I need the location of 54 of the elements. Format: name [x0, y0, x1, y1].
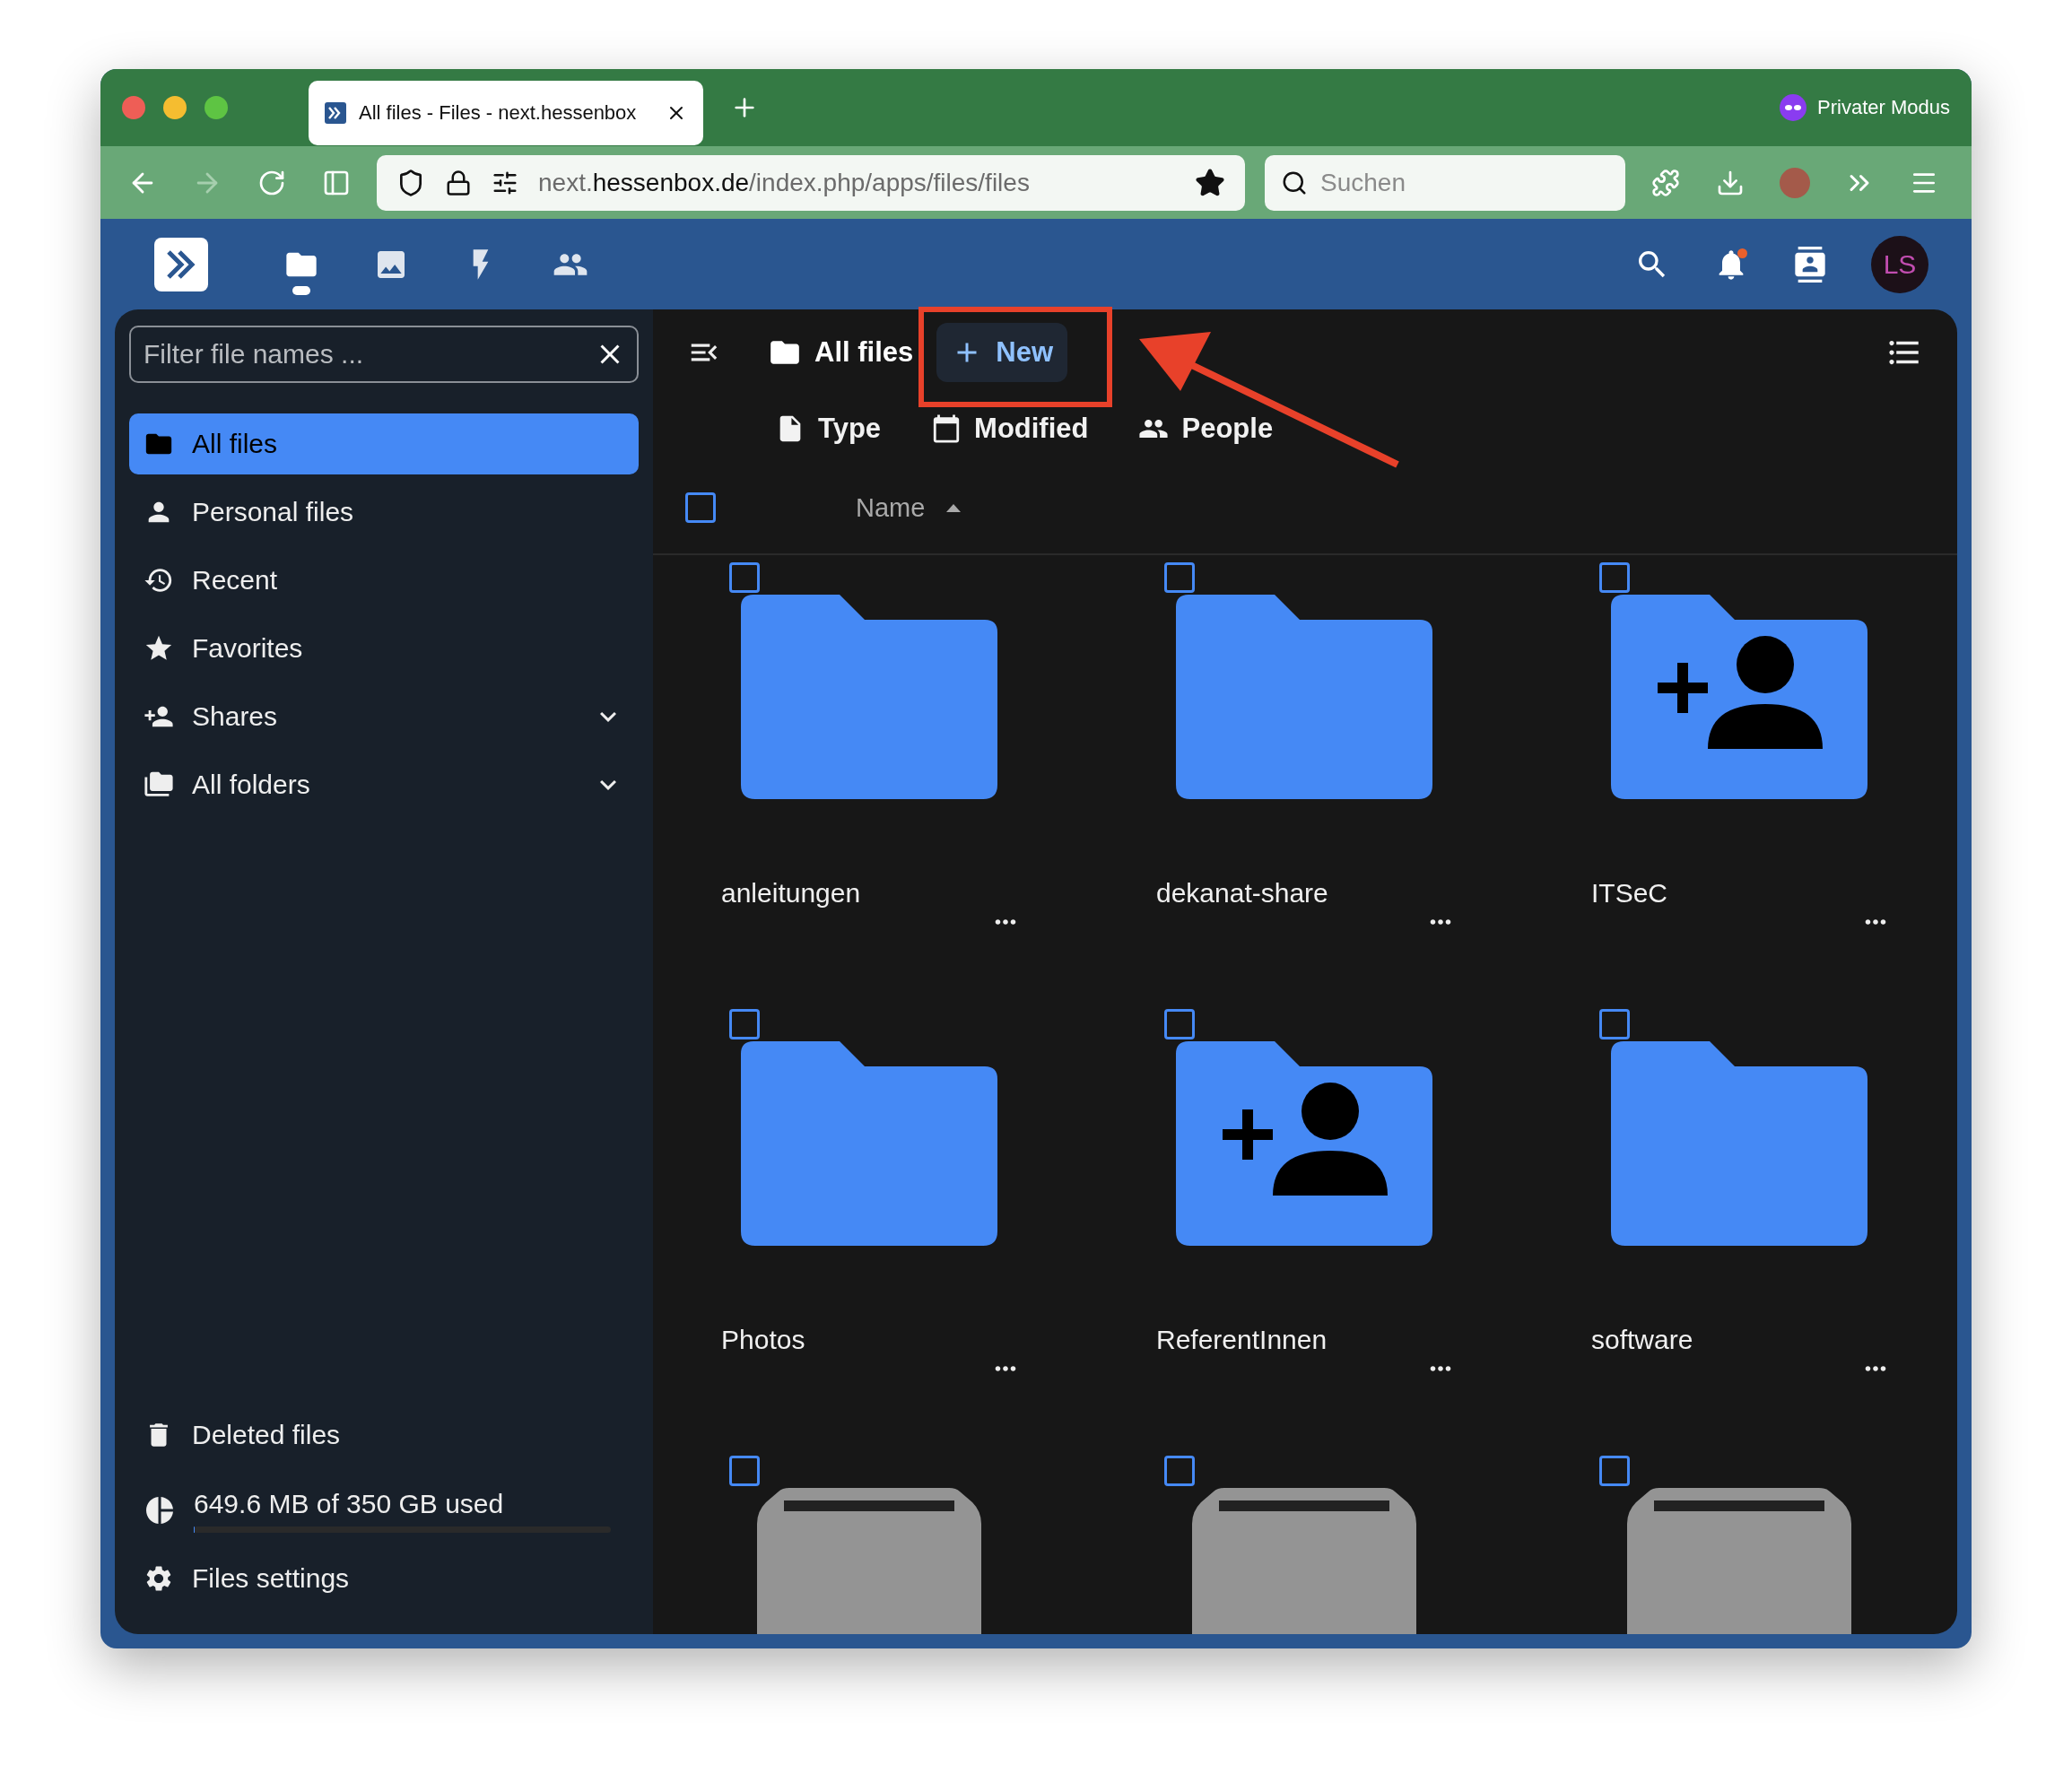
- checkbox[interactable]: [1599, 1456, 1630, 1486]
- folder-icon: [1611, 1041, 1867, 1246]
- checkbox[interactable]: [729, 1009, 760, 1039]
- sidebar-item[interactable]: Deleted files: [129, 1405, 639, 1466]
- minimize-window-button[interactable]: [163, 96, 187, 119]
- browser-tab[interactable]: All files - Files - next.hessenbox: [309, 81, 703, 145]
- checkbox[interactable]: [1164, 562, 1195, 593]
- pie-icon: [144, 1494, 176, 1526]
- folder-icon: [741, 1041, 997, 1246]
- checkbox[interactable]: [1164, 1456, 1195, 1486]
- checkbox[interactable]: [1599, 562, 1630, 593]
- star-icon[interactable]: [1195, 167, 1225, 198]
- new-button[interactable]: New: [936, 323, 1067, 382]
- sidebar-item[interactable]: Favorites: [129, 618, 639, 679]
- file-name[interactable]: dekanat-share: [1156, 878, 1591, 909]
- select-all-checkbox[interactable]: [685, 492, 716, 523]
- filter-chip[interactable]: Type: [770, 412, 887, 446]
- checkbox[interactable]: [729, 1456, 760, 1486]
- lock-icon: [445, 169, 472, 196]
- checkbox[interactable]: [1164, 1009, 1195, 1039]
- storage-label: 649.6 MB of 350 GB used: [194, 1488, 505, 1519]
- file-name[interactable]: ITSeC: [1591, 878, 1957, 909]
- sort-arrow-icon: [946, 503, 962, 512]
- folder-icon: [1176, 595, 1432, 799]
- site-icon: [325, 102, 346, 124]
- filter-chip[interactable]: People: [1133, 412, 1279, 446]
- logo-icon[interactable]: [154, 237, 208, 291]
- sidebar-item[interactable]: All files: [129, 413, 639, 474]
- mask-icon: [1780, 94, 1807, 121]
- filter-chip[interactable]: Modified: [926, 412, 1094, 446]
- contacts-icon[interactable]: [1792, 246, 1828, 283]
- sidebar-item[interactable]: Personal files: [129, 482, 639, 543]
- sidebar-item[interactable]: Files settings: [129, 1548, 639, 1609]
- address-bar[interactable]: next.hessenbox.de/index.php/apps/files/files: [377, 154, 1245, 211]
- sidebar-item[interactable]: All folders: [129, 754, 639, 815]
- search-field[interactable]: Suchen: [1265, 154, 1625, 211]
- breadcrumb[interactable]: All files: [762, 335, 919, 370]
- checkbox[interactable]: [1599, 1009, 1630, 1039]
- folder-icon: [741, 595, 997, 799]
- private-mode-label: Privater Modus: [1817, 96, 1950, 119]
- sidebar-item[interactable]: Recent: [129, 550, 639, 611]
- sidebar-item[interactable]: Shares: [129, 686, 639, 747]
- file-name[interactable]: ReferentInnen: [1156, 1325, 1591, 1355]
- file-name[interactable]: Photos: [721, 1325, 1156, 1355]
- filter-field[interactable]: Filter file names ...: [129, 326, 639, 383]
- avatar[interactable]: LS: [1871, 235, 1928, 293]
- file-name[interactable]: software: [1591, 1325, 1957, 1355]
- name-column-header[interactable]: Name: [850, 491, 967, 524]
- shared-folder-icon: [1176, 1041, 1432, 1246]
- file-name[interactable]: anleitungen: [721, 878, 1156, 909]
- url-text: next.hessenbox.de/index.php/apps/files/files: [538, 168, 1031, 197]
- shared-folder-icon: [1611, 595, 1867, 799]
- tab-title: All files - Files - next.hessenbox: [359, 101, 638, 125]
- checkbox[interactable]: [729, 562, 760, 593]
